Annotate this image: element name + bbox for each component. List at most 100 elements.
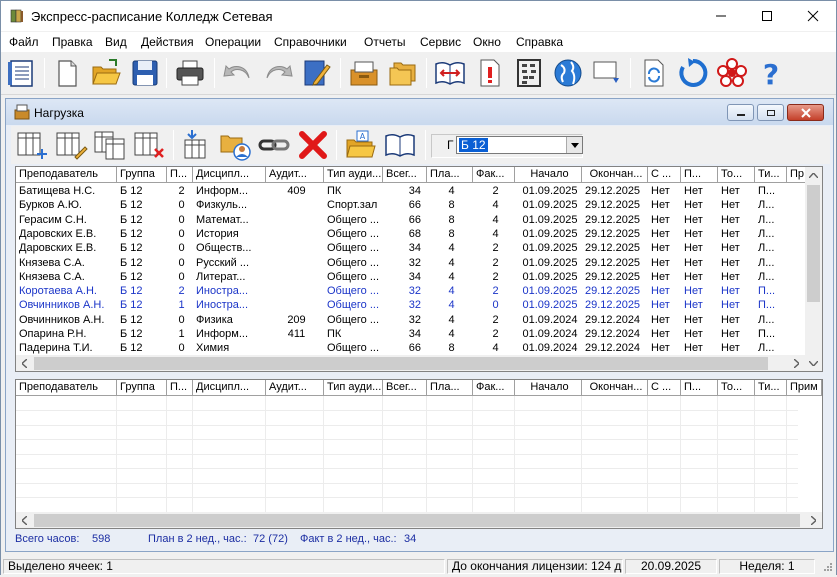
- table-cell[interactable]: 01.09.2025: [515, 298, 582, 312]
- table-cell[interactable]: 411: [266, 327, 324, 341]
- edit-button[interactable]: [300, 56, 334, 90]
- table-cell[interactable]: 01.09.2025: [515, 227, 582, 241]
- table-cell[interactable]: 4: [427, 270, 473, 284]
- menu-edit[interactable]: Правка: [52, 35, 93, 49]
- column-header[interactable]: Фак...: [473, 167, 515, 183]
- horizontal-scroll-thumb[interactable]: [34, 357, 768, 370]
- table-cell[interactable]: 66: [383, 341, 427, 355]
- view-book-button[interactable]: [383, 128, 417, 162]
- table-cell[interactable]: Нет: [648, 241, 681, 255]
- table-cell[interactable]: Л...: [755, 341, 787, 355]
- column-header[interactable]: Тип ауди...: [324, 167, 383, 183]
- table-cell[interactable]: 4: [473, 227, 515, 241]
- table-cell[interactable]: Иностра...: [193, 298, 266, 312]
- table-cell[interactable]: 0: [167, 213, 193, 227]
- table-cell[interactable]: 2: [473, 256, 515, 270]
- table-row[interactable]: Герасим С.Н. Б 12 0 Математ... Общего ... 66 8…: [16, 213, 798, 227]
- table-cell[interactable]: [266, 341, 324, 355]
- table-cell[interactable]: Князева С.А.: [16, 270, 117, 284]
- close-button[interactable]: [790, 1, 836, 31]
- table-cell[interactable]: Нет: [718, 213, 755, 227]
- help-button[interactable]: ?: [754, 56, 788, 91]
- table-cell[interactable]: Нет: [718, 184, 755, 198]
- table-cell[interactable]: Нет: [681, 284, 718, 298]
- table-cell[interactable]: 8: [427, 213, 473, 227]
- table-cell[interactable]: 0: [473, 298, 515, 312]
- table-row[interactable]: Овчинников А.Н. Б 12 0 Физика 209 Общего ... 3…: [16, 313, 798, 327]
- table-cell[interactable]: 29.12.2025: [582, 213, 648, 227]
- table-cell[interactable]: Нет: [648, 213, 681, 227]
- message-button[interactable]: [590, 56, 624, 90]
- table-cell[interactable]: 29.12.2025: [582, 298, 648, 312]
- table-cell[interactable]: 29.12.2025: [582, 256, 648, 270]
- column-header[interactable]: Аудит...: [266, 380, 324, 396]
- table-cell[interactable]: 2: [167, 284, 193, 298]
- globe-button[interactable]: [551, 56, 585, 90]
- print-button[interactable]: [173, 56, 207, 90]
- table-cell[interactable]: Нет: [681, 298, 718, 312]
- table-cell[interactable]: 34: [383, 184, 427, 198]
- column-header[interactable]: Ти...: [755, 380, 787, 396]
- scroll-down-icon[interactable]: [805, 355, 822, 371]
- table-row[interactable]: Даровских Е.В. Б 12 0 История Общего ... 68 8 4…: [16, 227, 798, 241]
- table-row[interactable]: Даровских Е.В. Б 12 0 Обществ... Общего ... 3…: [16, 241, 798, 255]
- detail-horizontal-scroll-thumb[interactable]: [34, 514, 800, 527]
- table-cell[interactable]: 01.09.2025: [515, 256, 582, 270]
- table-cell[interactable]: Иностра...: [193, 284, 266, 298]
- table-cell[interactable]: [266, 213, 324, 227]
- table-cell[interactable]: 0: [167, 270, 193, 284]
- table-cell[interactable]: 01.09.2025: [515, 184, 582, 198]
- table-cell[interactable]: П...: [755, 184, 787, 198]
- table-row[interactable]: Падерина Т.И. Б 12 0 Химия Общего ... 66 8 4 01.…: [16, 341, 798, 355]
- table-row[interactable]: Коротаева А.Н. Б 12 2 Иностра... Общего ... 3…: [16, 284, 798, 298]
- table-cell[interactable]: Нет: [648, 184, 681, 198]
- table-cell[interactable]: Нет: [648, 298, 681, 312]
- table-cell[interactable]: Общего ...: [324, 298, 383, 312]
- child-minimize-button[interactable]: [727, 104, 754, 121]
- menu-reports[interactable]: Отчеты: [364, 35, 405, 49]
- table-cell[interactable]: 29.12.2024: [582, 313, 648, 327]
- table-cell[interactable]: Л...: [755, 241, 787, 255]
- table-cell[interactable]: 2: [473, 241, 515, 255]
- table-cell[interactable]: Общего ...: [324, 270, 383, 284]
- table-cell[interactable]: ПК: [324, 184, 383, 198]
- table-cell[interactable]: Нет: [648, 284, 681, 298]
- table-cell[interactable]: 29.12.2025: [582, 227, 648, 241]
- column-header[interactable]: Тип ауди...: [324, 380, 383, 396]
- abacus-button[interactable]: [512, 56, 546, 90]
- vertical-scroll-thumb[interactable]: [807, 185, 820, 302]
- table-cell[interactable]: Б 12: [117, 284, 167, 298]
- table-cell[interactable]: Б 12: [117, 227, 167, 241]
- menu-view[interactable]: Вид: [105, 35, 127, 49]
- column-header[interactable]: Преподаватель: [16, 380, 117, 396]
- table-cell[interactable]: 2: [473, 184, 515, 198]
- column-header[interactable]: П...: [681, 167, 718, 183]
- column-header[interactable]: Аудит...: [266, 167, 324, 183]
- table-cell[interactable]: П...: [755, 327, 787, 341]
- table-cell[interactable]: 4: [473, 341, 515, 355]
- table-cell[interactable]: [266, 270, 324, 284]
- table-cell[interactable]: 4: [427, 298, 473, 312]
- column-header[interactable]: Преподаватель: [16, 167, 117, 183]
- column-header[interactable]: Группа: [117, 167, 167, 183]
- table-cell[interactable]: 32: [383, 256, 427, 270]
- column-header[interactable]: С ...: [648, 167, 681, 183]
- table-cell[interactable]: Герасим С.Н.: [16, 213, 117, 227]
- table-cell[interactable]: Нет: [681, 184, 718, 198]
- table-cell[interactable]: Даровских Е.В.: [16, 227, 117, 241]
- table-cell[interactable]: Коротаева А.Н.: [16, 284, 117, 298]
- table-cell[interactable]: Даровских Е.В.: [16, 241, 117, 255]
- table-cell[interactable]: 01.09.2025: [515, 284, 582, 298]
- column-header[interactable]: Ти...: [755, 167, 787, 183]
- delete-row-button[interactable]: [132, 128, 166, 162]
- table-cell[interactable]: Нет: [648, 256, 681, 270]
- schedule-book-button[interactable]: [4, 56, 38, 90]
- table-cell[interactable]: Нет: [648, 327, 681, 341]
- table-row[interactable]: Князева С.А. Б 12 0 Русский ... Общего ... 32…: [16, 256, 798, 270]
- table-cell[interactable]: 66: [383, 198, 427, 212]
- table-cell[interactable]: Нет: [681, 198, 718, 212]
- table-cell[interactable]: Опарина Р.Н.: [16, 327, 117, 341]
- table-cell[interactable]: 2: [473, 270, 515, 284]
- table-cell[interactable]: 0: [167, 256, 193, 270]
- table-row[interactable]: Бурков А.Ю. Б 12 0 Физкуль... Спорт.зал 66 8 4 0…: [16, 198, 798, 212]
